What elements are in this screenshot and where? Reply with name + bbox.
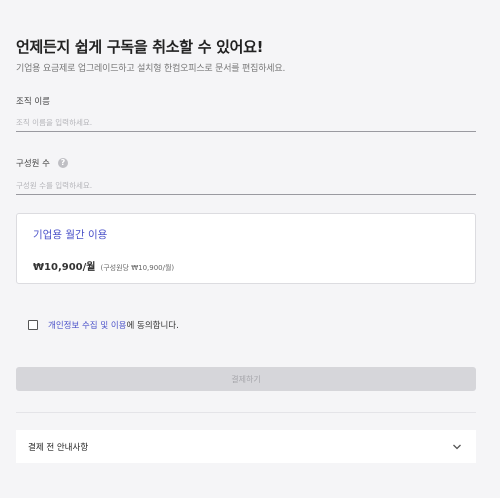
privacy-agreement[interactable]: 개인정보 수집 및 이용 에 동의합니다.	[28, 319, 179, 331]
privacy-agree-text: 에 동의합니다.	[126, 321, 179, 331]
privacy-policy-link[interactable]: 개인정보 수집 및 이용	[48, 319, 127, 331]
question-circle-icon[interactable]: ?	[57, 158, 68, 168]
chevron-down-icon[interactable]	[452, 442, 462, 452]
plan-price-row: ₩10,900/월 (구성원당 ₩10,900/월)	[33, 258, 174, 273]
payment-notice-accordion[interactable]: 결제 전 안내사항	[16, 430, 476, 463]
plan-price: ₩10,900/월	[33, 262, 96, 273]
plan-price-detail: (구성원당 ₩10,900/월)	[100, 264, 175, 272]
member-count-label: 구성원 수 ?	[16, 157, 68, 169]
org-name-label: 조직 이름	[16, 95, 50, 107]
plan-card: 기업용 월간 이용 ₩10,900/월 (구성원당 ₩10,900/월)	[16, 213, 476, 284]
member-count-input[interactable]	[16, 176, 476, 195]
pay-button[interactable]: 결제하기	[16, 367, 476, 391]
divider	[16, 412, 476, 413]
page-subtitle: 기업용 요금제로 업그레이드하고 설치형 한컴오피스로 문서를 편집하세요.	[16, 64, 286, 74]
page-title: 언제든지 쉽게 구독을 취소할 수 있어요!	[16, 38, 264, 56]
org-name-input[interactable]	[16, 113, 476, 132]
privacy-agree-checkbox[interactable]	[28, 320, 38, 330]
plan-title: 기업용 월간 이용	[33, 229, 108, 241]
member-count-label-text: 구성원 수	[16, 159, 50, 169]
payment-notice-label: 결제 전 안내사항	[28, 442, 89, 453]
org-name-label-text: 조직 이름	[16, 97, 50, 107]
